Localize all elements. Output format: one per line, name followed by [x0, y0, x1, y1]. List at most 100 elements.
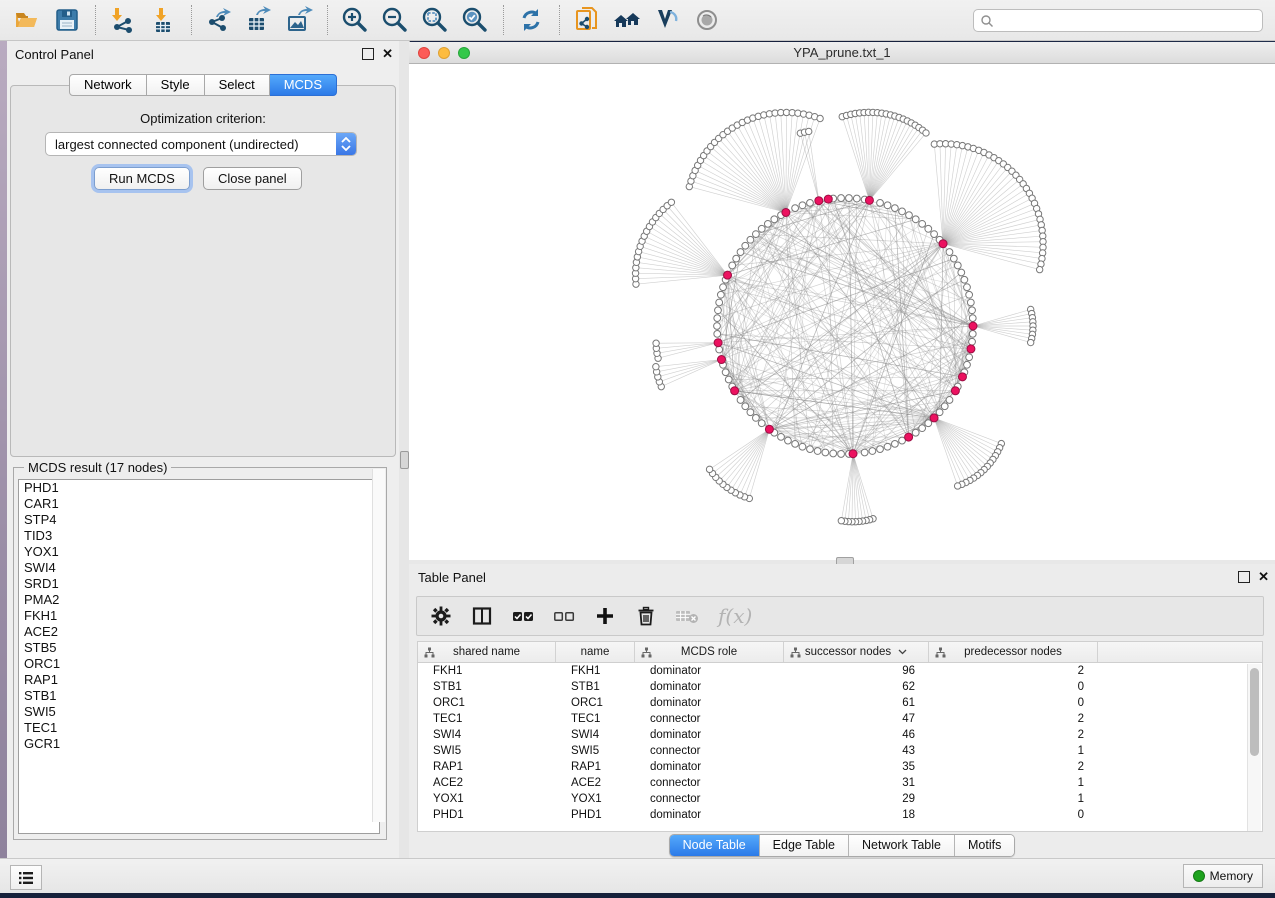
table-row[interactable]: YOX1YOX1connector291 — [418, 791, 1262, 807]
table-cell[interactable]: 1 — [929, 775, 1098, 791]
float-window-icon[interactable] — [1238, 571, 1250, 583]
mcds-result-item[interactable]: SWI5 — [19, 704, 379, 720]
ring-node[interactable] — [716, 299, 723, 306]
zoom-fit-icon[interactable] — [418, 3, 452, 37]
ring-node[interactable] — [950, 255, 957, 262]
table-cell[interactable]: STB1 — [418, 679, 556, 695]
leaf-node[interactable] — [668, 199, 674, 205]
table-cell[interactable]: PHD1 — [556, 807, 635, 823]
ring-node[interactable] — [752, 414, 759, 421]
import-table-icon[interactable] — [146, 3, 180, 37]
ring-node[interactable] — [742, 403, 749, 410]
leaf-node[interactable] — [923, 130, 929, 136]
criterion-select[interactable]: largest connected component (undirected) — [45, 132, 357, 156]
table-scrollbar[interactable] — [1247, 664, 1261, 831]
ring-node[interactable] — [919, 425, 926, 432]
table-cell[interactable]: 18 — [784, 807, 929, 823]
table-cell[interactable]: 35 — [784, 759, 929, 775]
import-network-icon[interactable] — [106, 3, 140, 37]
table-cell[interactable]: 2 — [929, 663, 1098, 679]
ring-node[interactable] — [969, 338, 976, 345]
mcds-result-item[interactable]: ORC1 — [19, 656, 379, 672]
table-cell[interactable]: STB1 — [556, 679, 635, 695]
mcds-result-item[interactable]: FKH1 — [19, 608, 379, 624]
mcds-dominator-node[interactable] — [951, 387, 959, 395]
ring-node[interactable] — [720, 284, 727, 291]
table-cell[interactable]: 1 — [929, 743, 1098, 759]
ring-node[interactable] — [958, 269, 965, 276]
mcds-dominator-node[interactable] — [815, 197, 823, 205]
ring-node[interactable] — [737, 249, 744, 256]
table-cell[interactable]: connector — [635, 711, 784, 727]
mcds-result-item[interactable]: GCR1 — [19, 736, 379, 752]
mcds-dominator-node[interactable] — [967, 345, 975, 353]
ring-node[interactable] — [967, 299, 974, 306]
leaf-node[interactable] — [954, 483, 960, 489]
mcds-result-item[interactable]: PHD1 — [19, 480, 379, 496]
ring-node[interactable] — [785, 437, 792, 444]
ring-node[interactable] — [906, 212, 913, 219]
table-cell[interactable]: SWI5 — [418, 743, 556, 759]
ring-node[interactable] — [830, 450, 837, 457]
ring-node[interactable] — [964, 361, 971, 368]
column-header-MCDS-role[interactable]: MCDS role — [635, 642, 784, 662]
mcds-result-item[interactable]: STB1 — [19, 688, 379, 704]
mcds-result-item[interactable]: ACE2 — [19, 624, 379, 640]
mcds-dominator-node[interactable] — [969, 322, 977, 330]
leaf-node[interactable] — [653, 363, 659, 369]
tab-mcds[interactable]: MCDS — [270, 74, 337, 96]
tab-network-table[interactable]: Network Table — [848, 835, 954, 856]
table-cell[interactable]: 0 — [929, 679, 1098, 695]
table-cell[interactable]: 43 — [784, 743, 929, 759]
mcds-dominator-node[interactable] — [782, 208, 790, 216]
vision-badge-icon[interactable] — [650, 3, 684, 37]
mcds-result-item[interactable]: TEC1 — [19, 720, 379, 736]
mcds-result-scrollbar[interactable] — [372, 469, 385, 822]
table-cell[interactable]: 31 — [784, 775, 929, 791]
ring-node[interactable] — [946, 397, 953, 404]
ring-node[interactable] — [946, 249, 953, 256]
leaf-node[interactable] — [806, 128, 812, 134]
ring-node[interactable] — [799, 202, 806, 209]
ring-node[interactable] — [941, 403, 948, 410]
share-document-icon[interactable] — [570, 3, 604, 37]
table-cell[interactable]: dominator — [635, 759, 784, 775]
window-minimize-button[interactable] — [438, 47, 450, 59]
mcds-result-item[interactable]: SWI4 — [19, 560, 379, 576]
table-row[interactable]: SWI5SWI5connector431 — [418, 743, 1262, 759]
column-header-predecessor-nodes[interactable]: predecessor nodes — [929, 642, 1098, 662]
houses-icon[interactable] — [610, 3, 644, 37]
tab-motifs[interactable]: Motifs — [954, 835, 1014, 856]
window-close-button[interactable] — [418, 47, 430, 59]
ring-node[interactable] — [722, 369, 729, 376]
table-row[interactable]: FKH1FKH1dominator962 — [418, 663, 1262, 679]
ring-node[interactable] — [715, 307, 722, 314]
mcds-result-item[interactable]: SRD1 — [19, 576, 379, 592]
table-row[interactable]: SWI4SWI4dominator462 — [418, 727, 1262, 743]
mcds-dominator-node[interactable] — [824, 195, 832, 203]
column-header-name[interactable]: name — [556, 642, 635, 662]
network-graph[interactable] — [409, 64, 1275, 560]
leaf-node[interactable] — [1027, 339, 1033, 345]
float-window-icon[interactable] — [362, 48, 374, 60]
table-cell[interactable]: 29 — [784, 791, 929, 807]
ring-node[interactable] — [899, 208, 906, 215]
close-panel-button[interactable]: Close panel — [203, 167, 302, 190]
mcds-dominator-node[interactable] — [958, 373, 966, 381]
ring-node[interactable] — [966, 354, 973, 361]
ring-node[interactable] — [752, 231, 759, 238]
ring-node[interactable] — [877, 446, 884, 453]
ring-node[interactable] — [853, 195, 860, 202]
table-row[interactable]: PHD1PHD1dominator180 — [418, 807, 1262, 823]
table-cell[interactable]: RAP1 — [556, 759, 635, 775]
ring-node[interactable] — [747, 409, 754, 416]
table-cell[interactable]: ORC1 — [556, 695, 635, 711]
table-cell[interactable]: SWI4 — [556, 727, 635, 743]
splitter-grip[interactable] — [400, 451, 409, 469]
export-image-icon[interactable] — [282, 3, 316, 37]
ring-node[interactable] — [838, 195, 845, 202]
ring-node[interactable] — [861, 449, 868, 456]
table-row[interactable]: STB1STB1dominator620 — [418, 679, 1262, 695]
table-settings-gear-icon[interactable] — [429, 604, 453, 628]
leaf-node[interactable] — [1036, 266, 1042, 272]
